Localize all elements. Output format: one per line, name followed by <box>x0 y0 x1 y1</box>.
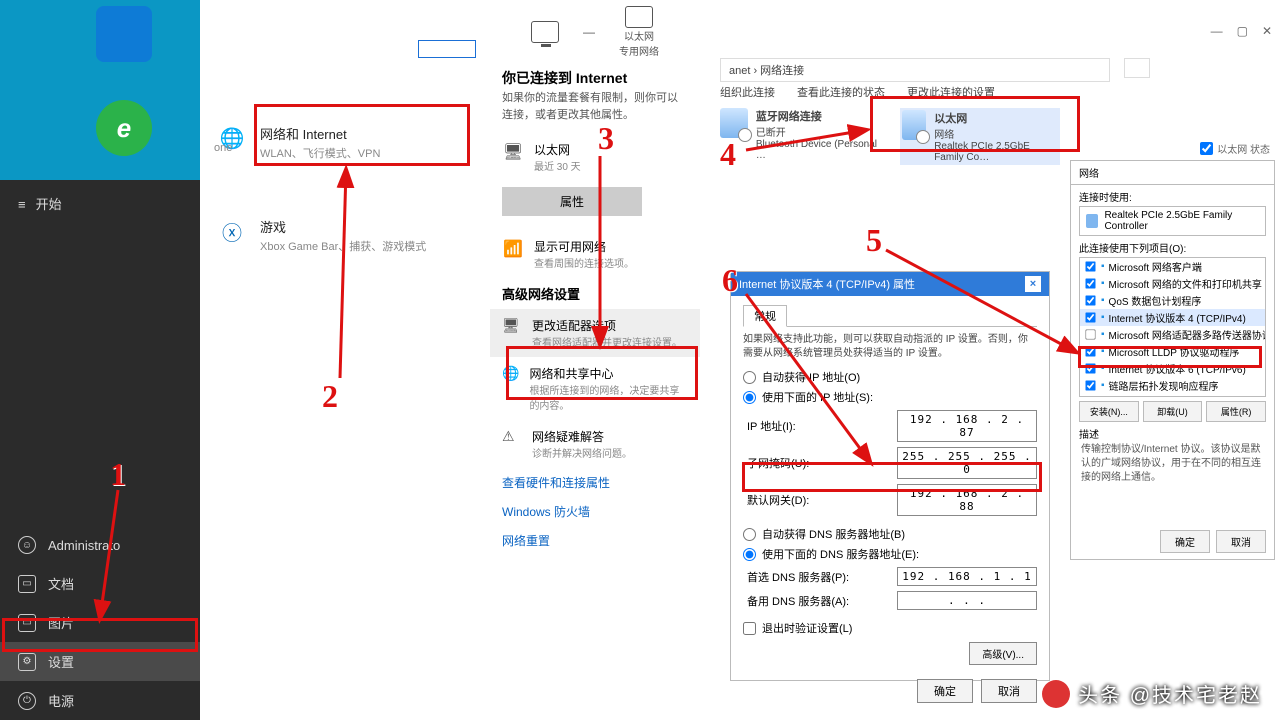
maximize-icon[interactable]: ▢ <box>1237 24 1248 38</box>
dialog-titlebar: Internet 协议版本 4 (TCP/IPv4) 属性× <box>731 272 1049 296</box>
connection-ethernet[interactable]: 以太网网络Realtek PCIe 2.5GbE Family Co… <box>900 108 1060 165</box>
ethernet-properties-dialog: 以太网 状态 网络 连接时使用: Realtek PCIe 2.5GbE Fam… <box>1070 160 1275 560</box>
connect-using-label: 连接时使用: <box>1079 189 1266 204</box>
connection-bluetooth[interactable]: 蓝牙网络连接已断开Bluetooth Device (Personal … <box>720 108 880 161</box>
start-menu-header: ≡开始 <box>0 180 200 227</box>
router-icon <box>625 6 653 28</box>
toolbar-organize[interactable]: 组织此连接 <box>720 84 775 100</box>
explorer-search[interactable] <box>1124 58 1150 78</box>
adapter-name: Realtek PCIe 2.5GbE Family Controller <box>1079 206 1266 236</box>
wifi-icon: 📶 <box>502 238 524 260</box>
protocol-list[interactable]: ▪Microsoft 网络客户端 ▪Microsoft 网络的文件和打印机共享 … <box>1079 257 1266 397</box>
link-firewall[interactable]: Windows 防火墙 <box>490 497 700 526</box>
settings-search[interactable] <box>418 40 476 58</box>
dns1-field[interactable]: 192 . 168 . 1 . 1 <box>897 567 1037 586</box>
ok-button[interactable]: 确定 <box>917 679 973 703</box>
radio-auto-dns[interactable] <box>743 528 756 541</box>
adapter-icon: 🖥 <box>502 317 522 334</box>
tab-general[interactable]: 常规 <box>743 305 787 327</box>
adapter-icon <box>1086 214 1098 228</box>
desktop-app-icon[interactable] <box>96 6 152 62</box>
connection-icon <box>902 110 926 140</box>
picture-icon: ▭ <box>18 614 36 632</box>
dns2-field[interactable]: . . . <box>897 591 1037 610</box>
user-icon: ☺ <box>18 536 36 554</box>
start-settings[interactable]: ⚙设置 <box>0 642 200 681</box>
window-controls: — ▢ ✕ <box>1211 24 1272 38</box>
ipv4-hint: 如果网络支持此功能，则可以获取自动指派的 IP 设置。否则，你需要从网络系统管理… <box>743 333 1037 361</box>
close-icon[interactable]: × <box>1025 276 1041 292</box>
install-button[interactable]: 安装(N)... <box>1079 401 1139 422</box>
minimize-icon[interactable]: — <box>1211 24 1223 38</box>
ipv4-properties-dialog: Internet 协议版本 4 (TCP/IPv4) 属性× 常规 如果网络支持… <box>730 271 1050 681</box>
monitor-icon: 🖥 <box>502 141 524 163</box>
subnet-mask-field[interactable]: 255 . 255 . 255 . 0 <box>897 447 1037 479</box>
description-text: 传输控制协议/Internet 协议。该协议是默认的广域网络协议，用于在不同的相… <box>1079 441 1266 487</box>
warning-icon: ⚠ <box>502 428 522 445</box>
start-pictures[interactable]: ▭图片 <box>0 603 200 642</box>
advanced-button[interactable]: 高级(V)... <box>969 642 1037 665</box>
start-menu: ≡开始 ☺Administrato ▭文档 ▭图片 ⚙设置 ⏻电源 <box>0 180 200 720</box>
item-properties-button[interactable]: 属性(R) <box>1206 401 1266 422</box>
share-icon: 🌐 <box>502 365 519 382</box>
ok-button[interactable]: 确定 <box>1160 530 1210 553</box>
category-network[interactable]: 🌐 网络和 InternetWLAN、飞行模式、VPN <box>200 110 490 175</box>
cancel-button[interactable]: 取消 <box>981 679 1037 703</box>
document-icon: ▭ <box>18 575 36 593</box>
start-power[interactable]: ⏻电源 <box>0 681 200 720</box>
link-network-reset[interactable]: 网络重置 <box>490 526 700 555</box>
link-hardware-props[interactable]: 查看硬件和连接属性 <box>490 468 700 497</box>
validate-on-exit[interactable] <box>743 622 756 635</box>
category-gaming[interactable]: ⓧ 游戏Xbox Game Bar、捕获、游戏模式 <box>200 203 490 268</box>
gear-icon: ⚙ <box>18 653 36 671</box>
device-diagram: — 以太网专用网络 <box>490 0 700 60</box>
ethernet-item[interactable]: 🖥以太网最近 30 天 <box>490 133 700 181</box>
items-label: 此连接使用下列项目(O): <box>1079 240 1266 255</box>
status-headline-sub: 如果你的流量套餐有限制，则你可以连接，或者更改其他属性。 <box>490 90 700 133</box>
cancel-button[interactable]: 取消 <box>1216 530 1266 553</box>
toolbar-change[interactable]: 更改此连接的设置 <box>907 84 995 100</box>
sidebar-label: one <box>214 142 232 154</box>
xbox-icon: ⓧ <box>218 217 246 245</box>
tab-network[interactable]: 网络 <box>1079 169 1099 180</box>
avatar-icon <box>1042 680 1070 708</box>
watermark: 头条 @技术宅老赵 <box>1042 679 1262 708</box>
radio-manual-dns[interactable] <box>743 548 756 561</box>
ip-address-field[interactable]: 192 . 168 . 2 . 87 <box>897 410 1037 442</box>
start-user[interactable]: ☺Administrato <box>0 526 200 564</box>
annotation-number-5: 5 <box>866 222 882 259</box>
description-label: 描述 <box>1079 426 1266 441</box>
sharing-center[interactable]: 🌐网络和共享中心根据所连接到的网络，决定要共享的内容。 <box>490 357 700 420</box>
toolbar-status[interactable]: 查看此连接的状态 <box>797 84 885 100</box>
network-troubleshoot[interactable]: ⚠网络疑难解答诊断并解决网络问题。 <box>490 420 700 468</box>
connection-icon <box>720 108 748 138</box>
show-available-networks[interactable]: 📶显示可用网络查看周围的连接选项。 <box>490 230 700 278</box>
browser-icon[interactable]: e <box>96 100 152 156</box>
start-documents[interactable]: ▭文档 <box>0 564 200 603</box>
radio-auto-ip[interactable] <box>743 371 756 384</box>
breadcrumb[interactable]: anet › 网络连接 <box>720 58 1110 82</box>
properties-button[interactable]: 属性 <box>502 187 642 216</box>
monitor-icon <box>531 21 559 43</box>
uninstall-button[interactable]: 卸载(U) <box>1143 401 1203 422</box>
gateway-field[interactable]: 192 . 168 . 2 . 88 <box>897 484 1037 516</box>
change-adapter-options[interactable]: 🖥更改适配器选项查看网络适配器并更改连接设置。 <box>490 309 700 357</box>
desktop-area: e <box>0 0 200 180</box>
status-hint-check[interactable] <box>1200 142 1213 155</box>
protocol-ipv4: ▪Internet 协议版本 4 (TCP/IPv4) <box>1080 309 1265 326</box>
close-icon[interactable]: ✕ <box>1262 24 1272 38</box>
radio-manual-ip[interactable] <box>743 391 756 404</box>
status-headline: 你已连接到 Internet <box>490 60 700 90</box>
power-icon: ⏻ <box>18 692 36 710</box>
explorer-toolbar: 组织此连接 查看此连接的状态 更改此连接的设置 <box>720 84 995 100</box>
advanced-section-title: 高级网络设置 <box>490 278 700 309</box>
